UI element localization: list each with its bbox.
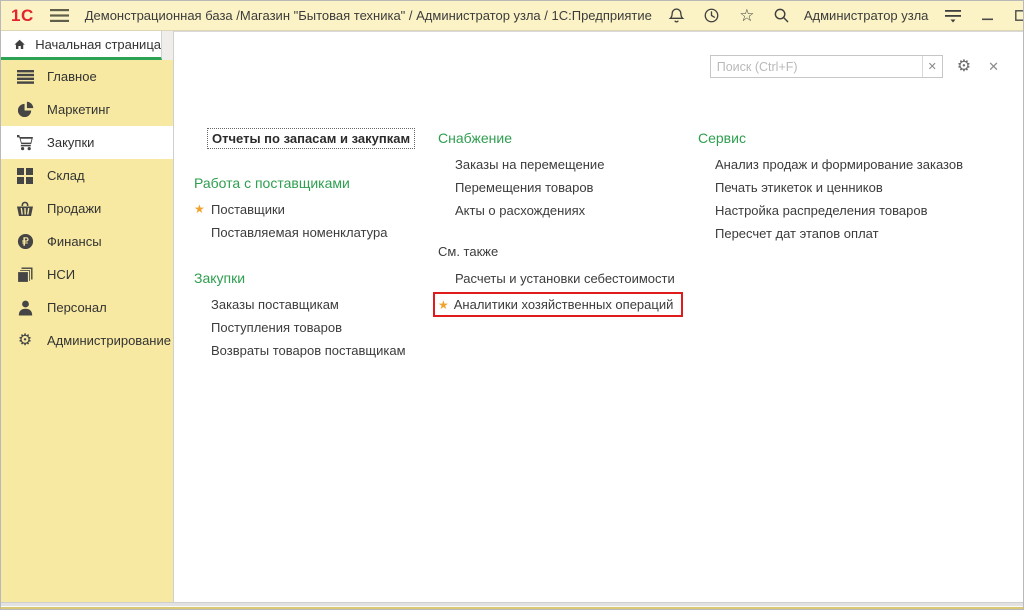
menu-column-2: Снабжение Заказы на перемещение Перемеще…	[438, 128, 693, 317]
link-transfer-orders[interactable]: Заказы на перемещение	[438, 153, 693, 176]
purchases-function-panel: ✕ ⚙ ✕ Отчеты по запасам и закупкам Работ…	[173, 31, 1023, 602]
sidebar-item-main[interactable]: Главное	[1, 60, 173, 93]
section-header-suppliers-work: Работа с поставщиками	[194, 173, 439, 193]
app-window: 1С Демонстрационная база /Магазин "Бытов…	[0, 0, 1024, 610]
sidebar-item-label: Администрирование	[47, 333, 171, 348]
tab-home-label: Начальная страница	[35, 37, 161, 52]
tab-home-page[interactable]: Начальная страница	[1, 31, 162, 60]
link-business-operation-analytics-highlighted[interactable]: ★ Аналитики хозяйственных операций	[433, 292, 683, 317]
tab-row: Начальная страница	[1, 31, 173, 60]
sidebar-item-label: Маркетинг	[47, 102, 110, 117]
ruble-coin-icon	[16, 233, 34, 251]
basket-icon	[16, 200, 34, 218]
link-label-price-tag-printing[interactable]: Печать этикеток и ценников	[698, 176, 978, 199]
link-label: Возвраты товаров поставщикам	[211, 343, 406, 358]
link-discrepancy-acts[interactable]: Акты о расхождениях	[438, 199, 693, 222]
main-menu-hamburger-icon[interactable]	[50, 6, 69, 26]
current-user-label[interactable]: Администратор узла	[804, 8, 929, 23]
section-header-service: Сервис	[698, 128, 978, 148]
favorite-star-icon: ★	[194, 198, 205, 221]
notifications-bell-icon[interactable]	[667, 6, 687, 26]
favorite-star-icon: ★	[438, 298, 449, 312]
link-supplied-nomenclature[interactable]: Поставляемая номенклатура	[194, 221, 439, 244]
window-bottom-edge	[1, 602, 1023, 609]
shopping-cart-icon	[16, 134, 34, 152]
sidebar-item-marketing[interactable]: Маркетинг	[1, 93, 173, 126]
link-label: Заказы поставщикам	[211, 297, 339, 312]
user-menu-icon[interactable]	[943, 6, 963, 26]
section-header-supply: Снабжение	[438, 128, 693, 148]
sidebar-item-finance[interactable]: Финансы	[1, 225, 173, 258]
grid-icon	[16, 167, 34, 185]
sidebar-item-label: Закупки	[47, 135, 94, 150]
link-label: Печать этикеток и ценников	[715, 180, 883, 195]
sidebar-item-administration[interactable]: ⚙ Администрирование	[1, 324, 173, 357]
history-clock-icon[interactable]	[702, 6, 722, 26]
favorites-star-icon[interactable]: ☆	[737, 6, 757, 26]
titlebar-actions: ☆ Администратор узла	[652, 6, 1024, 26]
link-label: Анализ продаж и формирование заказов	[715, 157, 963, 172]
sidebar-item-sales[interactable]: Продажи	[1, 192, 173, 225]
1c-logo: 1С	[11, 6, 34, 26]
link-goods-transfers[interactable]: Перемещения товаров	[438, 176, 693, 199]
sidebar-item-nsi[interactable]: НСИ	[1, 258, 173, 291]
link-goods-receipts[interactable]: Поступления товаров	[194, 316, 439, 339]
person-icon	[16, 299, 34, 317]
sidebar-item-label: Склад	[47, 168, 85, 183]
documents-icon	[16, 266, 34, 284]
panel-toolbar: ✕ ⚙ ✕	[710, 55, 999, 78]
link-label: Поступления товаров	[211, 320, 342, 335]
sidebar-item-label: Финансы	[47, 234, 102, 249]
section-header-purchases: Закупки	[194, 268, 439, 288]
sidebar-nav: Главное Маркетинг Закупки Склад	[1, 60, 173, 357]
sidebar-item-purchases[interactable]: Закупки	[1, 126, 173, 159]
sidebar-item-warehouse[interactable]: Склад	[1, 159, 173, 192]
pie-chart-icon	[16, 101, 34, 119]
home-icon	[14, 38, 25, 51]
section-header-see-also: См. также	[438, 242, 693, 262]
link-orders-to-suppliers[interactable]: Заказы поставщикам	[194, 293, 439, 316]
link-label: Акты о расхождениях	[455, 203, 585, 218]
global-search-icon[interactable]	[772, 6, 792, 26]
link-label: Расчеты и установки себестоимости	[455, 271, 675, 286]
window-title: Демонстрационная база /Магазин "Бытовая …	[85, 8, 652, 23]
link-returns-to-suppliers[interactable]: Возвраты товаров поставщикам	[194, 339, 439, 362]
search-input[interactable]	[711, 56, 922, 77]
menu-column-3: Сервис Анализ продаж и формирование зака…	[698, 128, 978, 245]
panel-settings-gear-icon[interactable]: ⚙	[957, 59, 971, 75]
search-clear-icon[interactable]: ✕	[922, 56, 942, 77]
link-label: Пересчет дат этапов оплат	[715, 226, 879, 241]
sidebar-item-label: Продажи	[47, 201, 101, 216]
link-label: Аналитики хозяйственных операций	[454, 295, 674, 314]
link-suppliers[interactable]: ★ Поставщики	[194, 198, 439, 221]
minimize-button[interactable]	[978, 7, 996, 25]
link-payment-stage-dates-recalc[interactable]: Пересчет дат этапов оплат	[698, 222, 978, 245]
titlebar: 1С Демонстрационная база /Магазин "Бытов…	[1, 1, 1023, 31]
link-inventory-purchase-reports[interactable]: Отчеты по запасам и закупкам	[207, 128, 415, 149]
panel-close-icon[interactable]: ✕	[988, 60, 999, 73]
left-pane: Начальная страница Главное Маркетинг	[1, 31, 173, 602]
search-box: ✕	[710, 55, 943, 78]
link-cost-calculations[interactable]: Расчеты и установки себестоимости	[438, 267, 693, 290]
link-label: Настройка распределения товаров	[715, 203, 927, 218]
link-label: Поставляемая номенклатура	[211, 225, 387, 240]
list-menu-icon	[16, 68, 34, 86]
sidebar-item-label: Главное	[47, 69, 97, 84]
menu-column-1: Отчеты по запасам и закупкам Работа с по…	[194, 128, 439, 362]
sidebar-item-label: НСИ	[47, 267, 75, 282]
sidebar-item-label: Персонал	[47, 300, 107, 315]
maximize-button[interactable]	[1011, 7, 1024, 25]
link-label: Поставщики	[211, 202, 285, 217]
sidebar-item-personnel[interactable]: Персонал	[1, 291, 173, 324]
link-goods-distribution-settings[interactable]: Настройка распределения товаров	[698, 199, 978, 222]
gear-icon: ⚙	[16, 332, 34, 350]
link-sales-analysis-order-forming[interactable]: Анализ продаж и формирование заказов	[698, 153, 978, 176]
link-label: Перемещения товаров	[455, 180, 593, 195]
link-label: Заказы на перемещение	[455, 157, 604, 172]
